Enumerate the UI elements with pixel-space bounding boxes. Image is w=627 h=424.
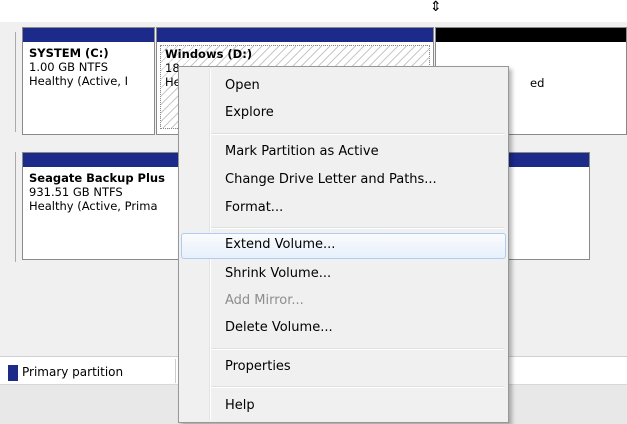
menu-separator <box>211 386 504 388</box>
menu-item-open[interactable]: Open <box>181 74 506 98</box>
context-menu: Open Explore Mark Partition as Active Ch… <box>178 66 509 423</box>
menu-item-delete-volume[interactable]: Delete Volume... <box>181 316 506 340</box>
menu-separator <box>211 133 504 135</box>
menu-item-add-mirror: Add Mirror... <box>225 293 304 308</box>
partition-size: 1.00 GB NTFS <box>29 60 109 74</box>
partition-bar <box>436 28 626 42</box>
partition-status: Healthy (Active, I <box>29 74 128 88</box>
primary-partition-label: Primary partition <box>22 365 124 379</box>
partition-status: ed <box>530 76 545 90</box>
menu-item-mark-active[interactable]: Mark Partition as Active <box>181 140 506 164</box>
partition-bar <box>23 28 154 42</box>
disk-row-divider <box>15 32 16 132</box>
top-strip <box>0 0 627 22</box>
menu-item-properties[interactable]: Properties <box>181 355 506 379</box>
menu-item-extend-volume[interactable]: Extend Volume... <box>181 233 506 259</box>
partition-name: Windows (D:) <box>165 47 253 61</box>
menu-item-shrink-volume[interactable]: Shrink Volume... <box>181 262 506 286</box>
menu-item-help[interactable]: Help <box>181 394 506 418</box>
menu-item-change-drive-letter[interactable]: Change Drive Letter and Paths... <box>181 168 506 192</box>
primary-partition-swatch <box>8 365 18 381</box>
menu-separator <box>211 227 504 229</box>
menu-item-explore[interactable]: Explore <box>181 101 506 125</box>
partition-system-c[interactable]: SYSTEM (C:) 1.00 GB NTFS Healthy (Active… <box>22 27 155 135</box>
menu-item-format[interactable]: Format... <box>181 196 506 220</box>
partition-bar <box>157 28 433 42</box>
partition-name: SYSTEM (C:) <box>29 46 109 60</box>
mouse-cursor-icon: ⇕ <box>430 0 442 15</box>
legend-divider <box>175 359 176 383</box>
disk-row-divider <box>15 152 16 262</box>
menu-separator <box>211 348 504 350</box>
